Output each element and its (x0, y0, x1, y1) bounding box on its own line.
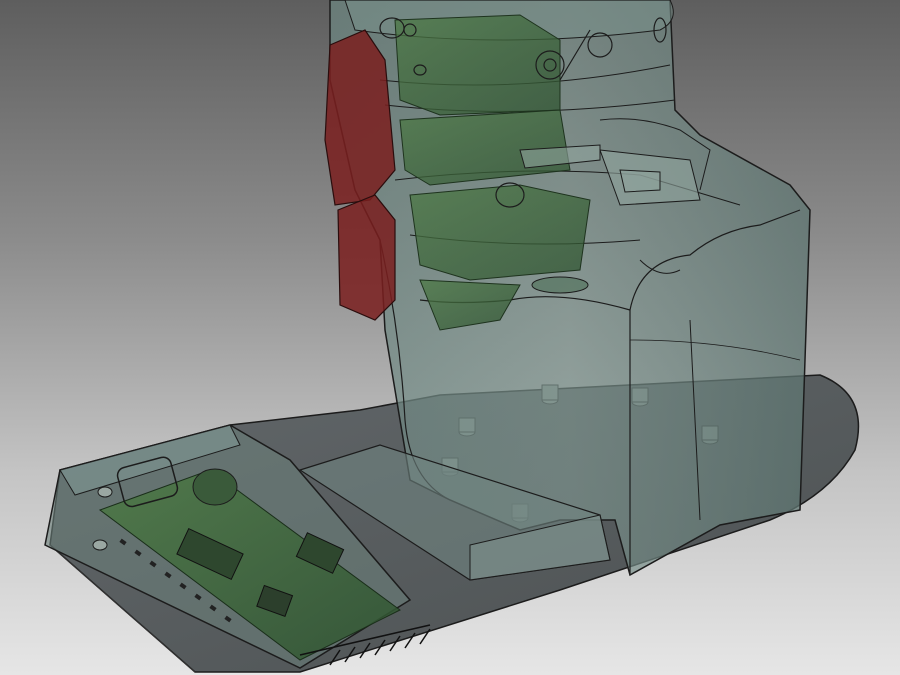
cad-model-render (44, 0, 860, 673)
rocker-switch (324, 29, 396, 321)
cad-viewport[interactable] (0, 0, 900, 675)
